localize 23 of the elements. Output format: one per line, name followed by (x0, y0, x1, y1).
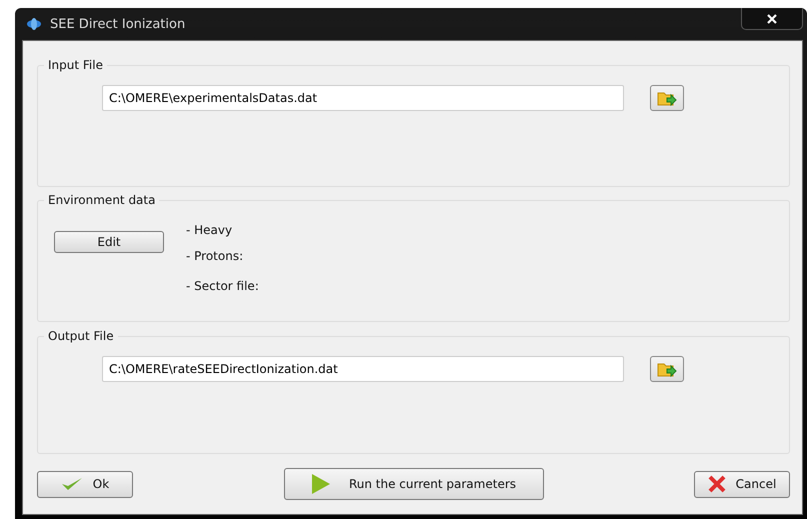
folder-arrow-icon (657, 90, 677, 106)
browse-button[interactable] (650, 356, 684, 382)
group-title: Environment data (44, 193, 160, 207)
environment-item: - Heavy (186, 223, 234, 237)
browse-button[interactable] (650, 85, 684, 111)
app-icon (26, 16, 42, 32)
edit-button[interactable]: Edit (54, 231, 164, 253)
close-icon (767, 14, 777, 24)
checkmark-icon (60, 477, 83, 491)
group-title: Output File (44, 329, 118, 343)
environment-item: - Protons: (186, 249, 244, 263)
folder-arrow-icon (657, 361, 677, 377)
environment-item: - Sector file: (186, 279, 259, 293)
group-title: Input File (44, 58, 107, 72)
play-icon (310, 473, 331, 495)
file-path-field[interactable]: C:\OMERE\rateSEEDirectIonization.dat (102, 356, 624, 382)
close-button[interactable] (741, 8, 803, 30)
ok-button[interactable]: Ok (37, 470, 133, 498)
file-path-field[interactable]: C:\OMERE\experimentalsDatas.dat (102, 85, 624, 111)
run-button[interactable]: Run the current parameters (284, 468, 544, 500)
window-title: SEE Direct Ionization (50, 16, 186, 32)
cancel-button[interactable]: Cancel (694, 470, 790, 498)
cross-icon (708, 475, 726, 493)
